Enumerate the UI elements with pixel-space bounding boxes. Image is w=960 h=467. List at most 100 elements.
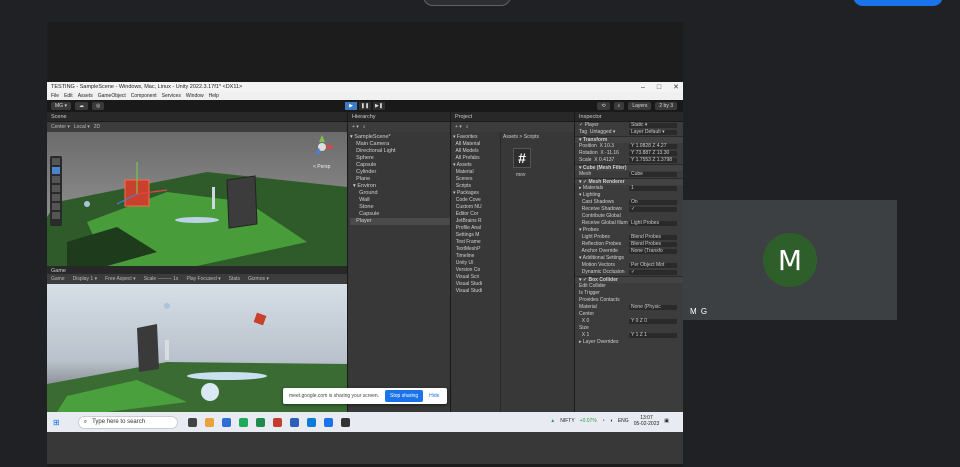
inspector-row-value[interactable]: Per Object Mot: [629, 263, 677, 268]
search-icon[interactable]: ⌕: [613, 102, 625, 110]
windows-start-icon[interactable]: ⊞: [53, 418, 60, 427]
taskbar-search[interactable]: ⌕ Type here to search: [77, 415, 178, 429]
volume-icon[interactable]: ◖: [610, 418, 613, 424]
project-folder-item[interactable]: Visual Studi: [453, 281, 499, 288]
game-wall[interactable]: [137, 324, 159, 372]
inspector-row[interactable]: Center: [575, 311, 683, 318]
inspector-row[interactable]: Material None (Physic: [575, 304, 683, 311]
top-action-button[interactable]: [853, 0, 943, 6]
hierarchy-item[interactable]: Wall: [350, 197, 450, 204]
inspector-row[interactable]: Anchor Override None (Transfo: [575, 248, 683, 255]
inspector-row[interactable]: Provides Contacts: [575, 297, 683, 304]
project-search-icon[interactable]: ⌕: [466, 124, 469, 130]
inspector-row[interactable]: Reflection Probes Blend Probes: [575, 241, 683, 248]
mail-icon[interactable]: [221, 417, 231, 427]
participant-tile[interactable]: M M G: [683, 200, 897, 320]
menu-window[interactable]: Window: [186, 93, 204, 99]
game-sphere[interactable]: [201, 383, 219, 401]
stock-widget-icon[interactable]: ▲: [550, 418, 555, 424]
project-folder-item[interactable]: All Models: [453, 148, 499, 155]
rect-tool-icon[interactable]: [52, 194, 60, 201]
inspector-row[interactable]: Size: [575, 325, 683, 332]
menu-gameobject[interactable]: GameObject: [98, 93, 126, 99]
game-cube[interactable]: [253, 312, 267, 326]
file-explorer-icon[interactable]: [204, 417, 214, 427]
tab-hierarchy[interactable]: Hierarchy: [352, 114, 376, 120]
network-icon[interactable]: ◔: [602, 418, 605, 424]
wall-object[interactable]: [226, 175, 258, 229]
hierarchy-item[interactable]: Main Camera: [350, 141, 450, 148]
clock[interactable]: 13:07 05-02-2023: [634, 415, 660, 427]
gizmos-dropdown[interactable]: Gizmos ▾: [248, 276, 269, 282]
inspector-row-value[interactable]: Light Probes: [629, 221, 677, 226]
tab-project[interactable]: Project: [455, 114, 472, 120]
transform-tool-icon[interactable]: [52, 203, 60, 210]
game-mode-dropdown[interactable]: Game: [51, 276, 65, 282]
hierarchy-item[interactable]: Directional Light: [350, 148, 450, 155]
inspector-row-value[interactable]: Blend Probes: [629, 242, 677, 247]
inspector-row[interactable]: ▾ Lighting: [575, 192, 683, 199]
hierarchy-item[interactable]: Capsule: [350, 211, 450, 218]
inspector-component-header[interactable]: ▾ ✓ Mesh Renderer: [575, 178, 683, 185]
step-button[interactable]: ▶❚: [373, 102, 385, 110]
2d-toggle[interactable]: 2D: [94, 124, 100, 130]
add-object-icon[interactable]: + ▾: [352, 124, 359, 130]
play-button[interactable]: ▶: [345, 102, 357, 110]
project-folder-item[interactable]: Unity UI: [453, 260, 499, 267]
space-dropdown[interactable]: Local ▾: [74, 124, 90, 130]
project-add-icon[interactable]: + ▾: [455, 124, 462, 130]
inspector-row-value[interactable]: Cube: [629, 172, 677, 177]
menu-edit[interactable]: Edit: [64, 93, 73, 99]
inspector-row[interactable]: X 0 Y 0 Z 0: [575, 318, 683, 325]
inspector-row-value[interactable]: Static ▾: [629, 123, 677, 128]
hierarchy-item[interactable]: Plane: [350, 176, 450, 183]
hierarchy-item[interactable]: Stone: [350, 204, 450, 211]
inspector-row[interactable]: Receive Global Illum Light Probes: [575, 220, 683, 227]
inspector-row-value[interactable]: None (Transfo: [629, 249, 677, 254]
inspector-row-value[interactable]: On: [629, 200, 677, 205]
excel-icon[interactable]: [255, 417, 265, 427]
project-folder-item[interactable]: All Prefabs: [453, 155, 499, 162]
powerpoint-icon[interactable]: [272, 417, 282, 427]
inspector-row[interactable]: ▸ Materials 1: [575, 185, 683, 192]
inspector-row[interactable]: ▾ Probes: [575, 227, 683, 234]
game-cylinder[interactable]: [165, 340, 169, 360]
menu-file[interactable]: File: [51, 93, 59, 99]
move-tool-icon[interactable]: [52, 167, 60, 174]
inspector-row-value[interactable]: Y 1.7553 Z 1.3798: [629, 158, 677, 163]
display-dropdown[interactable]: Display 1 ▾: [73, 276, 97, 282]
inspector-row[interactable]: Mesh Cube: [575, 171, 683, 178]
notification-icon[interactable]: ▣: [664, 418, 669, 424]
hierarchy-item[interactable]: ▾ SampleScene*: [350, 134, 450, 141]
inspector-row-value[interactable]: Layer Default ▾: [629, 130, 677, 135]
menu-assets[interactable]: Assets: [78, 93, 93, 99]
hierarchy-item[interactable]: Capsule: [350, 162, 450, 169]
project-folder-item[interactable]: Editor Cor: [453, 211, 499, 218]
account-dropdown[interactable]: MG ▾: [51, 102, 71, 110]
play-focused-dropdown[interactable]: Play Focused ▾: [186, 276, 220, 282]
project-folder-item[interactable]: Custom NU: [453, 204, 499, 211]
inspector-row-value[interactable]: Y 73.887 Z 13.30: [629, 151, 677, 156]
top-control-pill[interactable]: [423, 0, 511, 6]
hierarchy-search-icon[interactable]: ⌕: [363, 124, 366, 130]
project-folder-item[interactable]: Code Cove: [453, 197, 499, 204]
inspector-row[interactable]: Dynamic Occlusion ✓: [575, 269, 683, 276]
sphere-object[interactable]: [84, 201, 90, 207]
stop-sharing-button[interactable]: Stop sharing: [385, 390, 424, 402]
meet-icon[interactable]: [323, 417, 333, 427]
unity-icon[interactable]: [340, 417, 350, 427]
language-label[interactable]: ENG: [618, 418, 629, 424]
minimize-button[interactable]: –: [641, 84, 645, 91]
project-breadcrumb[interactable]: Assets > Scripts: [503, 134, 539, 140]
project-folder-item[interactable]: ▾ Packages: [453, 190, 499, 197]
capsule-object[interactable]: [175, 217, 219, 223]
inspector-component-header[interactable]: ▾ Transform: [575, 136, 683, 143]
hide-notice-button[interactable]: Hide: [429, 393, 439, 399]
chrome-icon[interactable]: [238, 417, 248, 427]
maximize-button[interactable]: □: [657, 84, 661, 91]
inspector-row-value[interactable]: None (Physic: [629, 305, 677, 310]
project-folder-item[interactable]: All Material: [453, 141, 499, 148]
inspector-row[interactable]: Is Trigger: [575, 290, 683, 297]
menu-component[interactable]: Component: [131, 93, 157, 99]
project-folder-item[interactable]: JetBrains R: [453, 218, 499, 225]
